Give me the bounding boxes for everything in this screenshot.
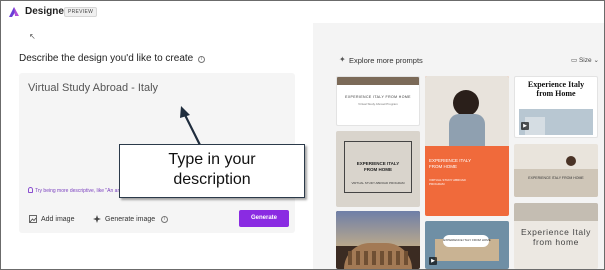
app-header: Designer PREVIEW xyxy=(1,1,604,23)
designer-logo-icon xyxy=(9,7,19,17)
template-card[interactable]: Experience Italy from Home ▶ xyxy=(514,76,598,138)
image-icon xyxy=(29,215,37,223)
add-image-button[interactable]: Add image xyxy=(29,215,74,223)
size-filter-dropdown[interactable]: ▭ Size ⌄ xyxy=(571,56,599,64)
video-play-icon: ▶ xyxy=(521,122,529,130)
instruction-callout: Type in your description xyxy=(119,144,305,198)
prompt-input-value[interactable]: Virtual Study Abroad - Italy xyxy=(28,82,158,94)
template-card[interactable]: EXPERIENCE ITALY FROM HOME ▶ xyxy=(425,221,509,269)
card-photo-strip xyxy=(337,77,419,85)
card-photo xyxy=(514,203,598,221)
app-title: Designer xyxy=(25,6,68,17)
person-image xyxy=(566,156,576,166)
chevron-down-icon: ⌄ xyxy=(593,57,599,64)
generate-image-label: Generate image xyxy=(105,215,156,223)
video-play-icon: ▶ xyxy=(429,257,437,265)
sparkle-image-icon xyxy=(93,215,101,223)
template-card[interactable]: EXPERIENCE ITALY FROM HOME VIRTUAL STUDY… xyxy=(336,131,420,207)
person-head-image xyxy=(453,90,479,116)
card-subtitle: VIRTUAL STUDY ABROAD PROGRAM xyxy=(351,181,405,185)
card-title: EXPERIENCE ITALY FROM HOME xyxy=(345,95,411,99)
card-subtitle: Virtual Study Abroad Program xyxy=(358,102,398,106)
sparkle-icon: ✦ xyxy=(339,55,346,64)
template-card[interactable]: EXPERIENCE ITALY FROM HOME xyxy=(514,144,598,197)
colosseum-arches xyxy=(348,251,408,265)
card-title: EXPERIENCE ITALY FROM HOME xyxy=(528,176,584,180)
callout-line-2: description xyxy=(173,171,251,188)
generate-image-button[interactable]: Generate image i xyxy=(93,215,169,223)
prompt-panel: ↖ Describe the design you'd like to crea… xyxy=(1,23,313,269)
prompt-heading-text: Describe the design you'd like to create xyxy=(19,53,194,64)
explore-prompts-label: Explore more prompts xyxy=(349,56,423,65)
card-title: Experience Italy from home xyxy=(520,227,592,247)
template-card-colosseum[interactable] xyxy=(336,211,420,269)
template-card[interactable]: Experience Italy from home xyxy=(514,203,598,269)
generate-button[interactable]: Generate xyxy=(239,210,289,227)
template-card[interactable]: EXPERIENCE ITALY FROM HOME VIRTUAL STUDY… xyxy=(425,76,509,216)
size-filter-label: Size xyxy=(578,57,592,64)
card-title: EXPERIENCE ITALY FROM HOME xyxy=(443,238,491,242)
sky-image xyxy=(336,211,420,246)
card-title: Experience Italy from Home xyxy=(527,80,585,98)
add-image-label: Add image xyxy=(41,215,75,223)
mouse-cursor-icon: ↖ xyxy=(29,32,36,41)
card-title: EXPERIENCE ITALY FROM HOME xyxy=(429,158,472,169)
callout-line-1: Type in your xyxy=(168,151,256,168)
lightbulb-icon xyxy=(28,187,33,193)
template-card[interactable]: EXPERIENCE ITALY FROM HOME Virtual Study… xyxy=(336,76,420,126)
card-title: EXPERIENCE ITALY FROM HOME xyxy=(356,161,400,172)
person-body-image xyxy=(449,114,485,146)
card-subtitle: VIRTUAL STUDY ABROAD PROGRAM xyxy=(429,178,466,186)
size-filter-icon: ▭ xyxy=(571,57,578,64)
generate-image-info-icon[interactable]: i xyxy=(161,215,169,223)
preview-badge: PREVIEW xyxy=(64,7,98,17)
prompt-heading: Describe the design you'd like to create… xyxy=(19,53,206,64)
info-icon[interactable]: i xyxy=(198,56,206,63)
explore-panel: ✦ Explore more prompts ▭ Size ⌄ EXPERIEN… xyxy=(313,23,604,269)
card-photo xyxy=(514,169,598,197)
